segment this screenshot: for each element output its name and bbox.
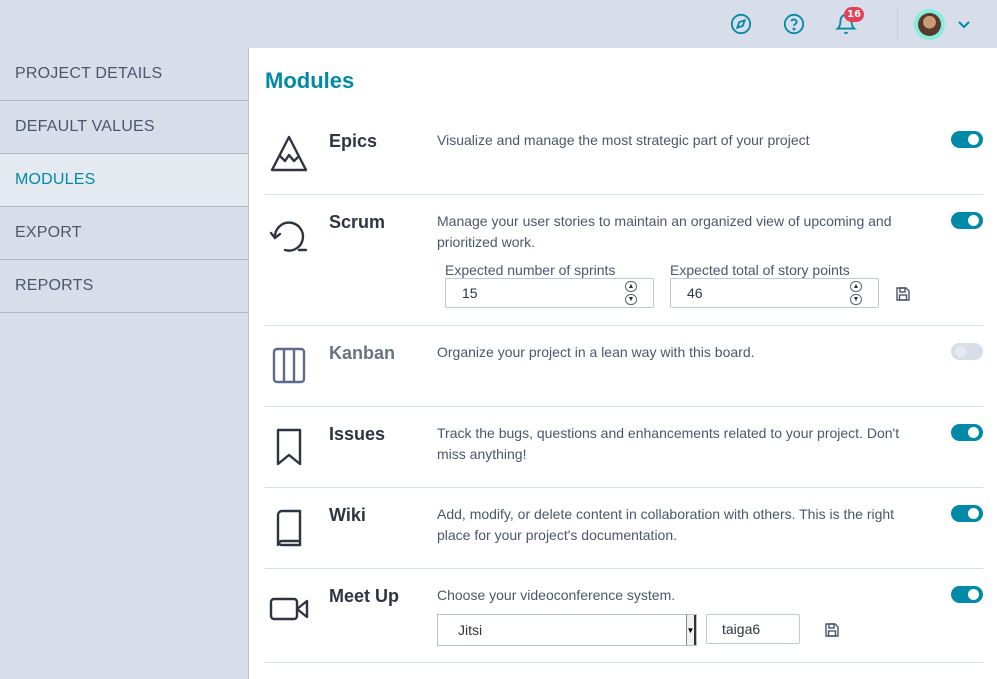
kanban-toggle[interactable] [951, 343, 983, 360]
module-description: Manage your user stories to maintain an … [437, 213, 892, 250]
points-input[interactable]: 46 ▲ ▼ [670, 278, 879, 308]
sprints-value: 15 [462, 285, 478, 301]
sprints-label: Expected number of sprints [445, 262, 616, 278]
columns-icon [269, 346, 309, 386]
step-down-icon[interactable]: ▼ [625, 294, 637, 305]
header-divider [897, 8, 898, 40]
module-description: Visualize and manage the most strategic … [437, 132, 810, 148]
step-up-icon[interactable]: ▲ [850, 281, 862, 292]
module-name: Kanban [329, 343, 396, 363]
save-icon[interactable] [824, 622, 840, 638]
points-value: 46 [687, 285, 703, 301]
module-name: Meet Up [329, 586, 400, 606]
sprints-input[interactable]: 15 ▲ ▼ [445, 278, 654, 308]
bookmark-icon [269, 427, 309, 467]
notification-badge: 16 [844, 7, 864, 22]
module-name: Epics [329, 131, 378, 151]
epics-toggle[interactable] [951, 131, 983, 148]
cycle-icon [269, 215, 309, 255]
save-icon[interactable] [895, 286, 911, 302]
module-issues: Issues Track the bugs, questions and enh… [265, 407, 983, 488]
sprints-stepper[interactable]: ▲ ▼ [625, 281, 637, 305]
scrum-toggle[interactable] [951, 212, 983, 229]
chevron-down-icon[interactable] [956, 16, 972, 32]
avatar[interactable] [914, 9, 945, 40]
videoconference-select[interactable]: Jitsi ▼ [437, 614, 697, 646]
select-value: Jitsi [458, 622, 483, 638]
top-bar: 16 [0, 0, 997, 48]
sidebar: PROJECT DETAILS DEFAULT VALUES MODULES E… [0, 48, 249, 679]
step-down-icon[interactable]: ▼ [850, 294, 862, 305]
points-label: Expected total of story points [670, 262, 850, 278]
points-stepper[interactable]: ▲ ▼ [850, 281, 862, 305]
video-icon [269, 589, 309, 629]
book-icon [269, 508, 309, 548]
module-description: Track the bugs, questions and enhancemen… [437, 425, 900, 462]
select-arrow-icon[interactable]: ▼ [686, 615, 696, 645]
module-kanban: Kanban Organize your project in a lean w… [265, 326, 983, 407]
module-epics: Epics Visualize and manage the most stra… [265, 114, 983, 195]
module-description: Add, modify, or delete content in collab… [437, 506, 895, 543]
sidebar-item-default-values[interactable]: DEFAULT VALUES [0, 101, 248, 154]
wiki-toggle[interactable] [951, 505, 983, 522]
module-name: Scrum [329, 212, 386, 232]
issues-toggle[interactable] [951, 424, 983, 441]
module-scrum: Scrum Manage your user stories to mainta… [265, 195, 983, 326]
module-description: Choose your videoconference system. [437, 587, 676, 603]
help-icon[interactable] [782, 12, 806, 36]
module-meetup: Meet Up Choose your videoconference syst… [265, 569, 983, 663]
module-name: Wiki [329, 505, 366, 525]
sidebar-item-export[interactable]: EXPORT [0, 207, 248, 260]
step-up-icon[interactable]: ▲ [625, 281, 637, 292]
sidebar-item-reports[interactable]: REPORTS [0, 260, 248, 313]
sidebar-item-project-details[interactable]: PROJECT DETAILS [0, 48, 248, 101]
room-input[interactable]: taiga6 [706, 614, 800, 644]
meetup-toggle[interactable] [951, 586, 983, 603]
page-title: Modules [265, 68, 355, 93]
compass-icon[interactable] [729, 12, 753, 36]
sidebar-item-modules[interactable]: MODULES [0, 154, 248, 207]
module-description: Organize your project in a lean way with… [437, 344, 755, 360]
room-value: taiga6 [722, 621, 761, 637]
module-name: Issues [329, 424, 386, 444]
mountain-icon [269, 134, 309, 174]
avatar-photo [918, 13, 941, 36]
bell-icon[interactable]: 16 [834, 7, 864, 36]
module-wiki: Wiki Add, modify, or delete content in c… [265, 488, 983, 569]
